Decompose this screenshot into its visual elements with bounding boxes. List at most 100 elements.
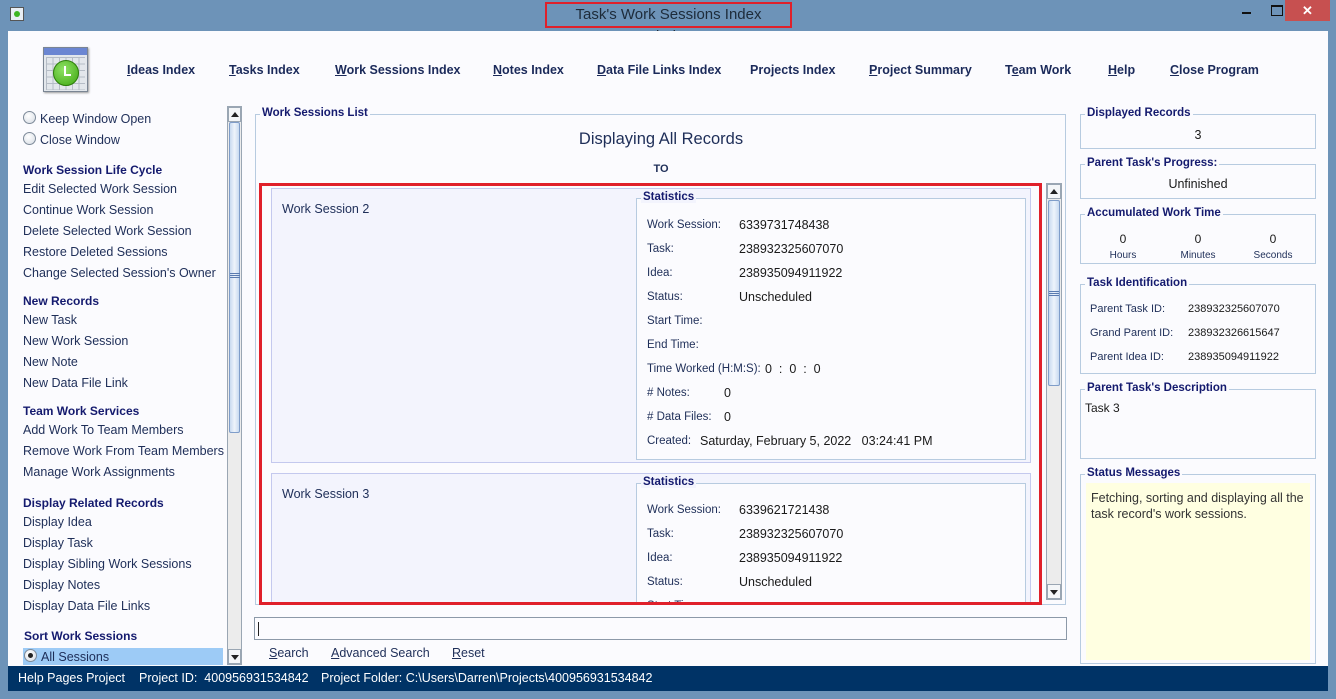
statistics-group: Statistics Work Session: 6339731748438 T…	[636, 191, 1026, 460]
sidebar-item-display-idea[interactable]: Display Idea	[23, 515, 92, 529]
group-title: Work Sessions List	[260, 107, 370, 119]
minutes-value: 0	[1194, 232, 1202, 246]
hours-label: Hours	[1109, 250, 1137, 261]
idea-label: Idea:	[647, 267, 673, 279]
displayed-records-group: Displayed Records 3	[1080, 107, 1316, 149]
nav-ideas-index[interactable]: Ideas Index	[127, 63, 195, 77]
sidebar-item-new-data-file-link[interactable]: New Data File Link	[23, 376, 128, 390]
app-icon[interactable]	[10, 7, 24, 21]
nav-projects-index[interactable]: Projects Index	[750, 63, 835, 77]
minutes-label: Minutes	[1180, 250, 1216, 261]
section-heading: Sort Work Sessions	[24, 629, 138, 643]
grip-icon	[229, 273, 240, 278]
status-bar: Help Pages Project Project ID: 400956931…	[8, 666, 1328, 691]
to-label: TO	[653, 163, 669, 175]
idea-label: Idea:	[647, 552, 673, 564]
work-session-value: 6339621721438	[739, 503, 830, 517]
sidebar-item-continue-work-session[interactable]: Continue Work Session	[23, 203, 153, 217]
scroll-down-arrow-icon[interactable]	[228, 649, 241, 664]
grand-parent-id-label: Grand Parent ID:	[1090, 327, 1174, 339]
notes-count-value: 0	[724, 386, 731, 400]
idea-value: 238935094911922	[739, 551, 843, 565]
scroll-up-arrow-icon[interactable]	[1047, 184, 1061, 199]
sidebar-item-display-siblings[interactable]: Display Sibling Work Sessions	[23, 557, 192, 571]
parent-task-id-label: Parent Task ID:	[1090, 303, 1165, 315]
section-heading: Display Related Records	[23, 496, 164, 510]
work-session-card[interactable]: Work Session 2 Statistics Work Session: …	[271, 188, 1031, 463]
group-title: Statistics	[641, 476, 697, 488]
advanced-search-button[interactable]: Advanced Search	[331, 646, 430, 660]
start-time-label: Start Time:	[647, 600, 703, 602]
nav-close-program[interactable]: Close Program	[1170, 63, 1259, 77]
sort-all-sessions-radio[interactable]: All Sessions	[24, 649, 109, 664]
group-title: Displayed Records	[1085, 107, 1193, 119]
nav-tasks-index[interactable]: Tasks Index	[229, 63, 300, 77]
idea-value: 238935094911922	[739, 266, 843, 280]
list-scrollbar[interactable]	[1046, 183, 1062, 600]
sidebar-item-display-task[interactable]: Display Task	[23, 536, 93, 550]
sidebar-scrollbar[interactable]	[227, 106, 242, 665]
work-session-card[interactable]: Work Session 3 Statistics Work Session: …	[271, 473, 1031, 602]
sidebar-item-edit-work-session[interactable]: Edit Selected Work Session	[23, 182, 177, 196]
close-button[interactable]: ✕	[1285, 0, 1330, 21]
task-identification-group: Task Identification Parent Task ID: 2389…	[1080, 277, 1316, 374]
section-heading: Team Work Services	[23, 404, 140, 418]
work-session-value: 6339731748438	[739, 218, 830, 232]
work-sessions-highlight: Work Session 2 Statistics Work Session: …	[259, 183, 1042, 605]
group-title: Status Messages	[1085, 467, 1183, 479]
work-session-name: Work Session 2	[282, 202, 370, 216]
keep-window-open-radio[interactable]: Keep Window Open	[23, 111, 151, 126]
sidebar-item-remove-work-team[interactable]: Remove Work From Team Members	[23, 444, 224, 458]
data-files-count-value: 0	[724, 410, 731, 424]
status-messages-group: Status Messages Fetching, sorting and di…	[1080, 467, 1316, 664]
scroll-down-arrow-icon[interactable]	[1047, 584, 1061, 599]
nav-data-file-links-index[interactable]: Data File Links Index	[597, 63, 721, 77]
sidebar-item-new-task[interactable]: New Task	[23, 313, 77, 327]
parent-idea-id-value: 238935094911922	[1188, 351, 1279, 363]
sidebar-item-add-work-team[interactable]: Add Work To Team Members	[23, 423, 183, 437]
group-title: Statistics	[641, 191, 697, 203]
nav-work-sessions-index[interactable]: Work Sessions Index	[335, 63, 461, 77]
group-title: Parent Task's Progress:	[1085, 157, 1220, 169]
search-input[interactable]	[254, 617, 1067, 640]
radio-icon	[23, 132, 36, 145]
task-value: 238932325607070	[739, 527, 844, 541]
sidebar-item-restore-deleted[interactable]: Restore Deleted Sessions	[23, 245, 168, 259]
status-value: Unscheduled	[739, 575, 812, 589]
accumulated-work-time-group: Accumulated Work Time 0 0 0 Hours Minute…	[1080, 207, 1316, 264]
time-worked-value: 0 : 0 : 0	[765, 362, 821, 376]
displaying-heading: Displaying All Records	[578, 130, 744, 148]
sidebar-item-new-work-session[interactable]: New Work Session	[23, 334, 128, 348]
scrollbar-thumb[interactable]	[1048, 200, 1060, 386]
sidebar-item-display-data-file-links[interactable]: Display Data File Links	[23, 599, 150, 613]
parent-idea-id-label: Parent Idea ID:	[1090, 351, 1164, 363]
nav-help[interactable]: Help	[1108, 63, 1135, 77]
sidebar-item-delete-work-session[interactable]: Delete Selected Work Session	[23, 224, 192, 238]
grip-icon	[1049, 291, 1059, 296]
task-label: Task:	[647, 528, 674, 540]
window-title: Task's Work Sessions Index Window	[545, 2, 792, 45]
work-session-name: Work Session 3	[282, 487, 370, 501]
nav-project-summary[interactable]: Project Summary	[869, 63, 972, 77]
scrollbar-thumb[interactable]	[229, 122, 240, 433]
seconds-label: Seconds	[1253, 250, 1293, 261]
sidebar-item-change-owner[interactable]: Change Selected Session's Owner	[23, 266, 216, 280]
search-button[interactable]: Search	[269, 646, 309, 660]
close-window-radio[interactable]: Close Window	[23, 132, 120, 147]
task-progress-value: Unfinished	[1168, 177, 1228, 191]
sidebar-item-manage-assignments[interactable]: Manage Work Assignments	[23, 465, 175, 479]
sidebar-item-display-notes[interactable]: Display Notes	[23, 578, 100, 592]
notes-count-label: # Notes:	[647, 387, 690, 399]
nav-team-work[interactable]: Team Work	[1005, 63, 1071, 77]
status-label: Status:	[647, 576, 683, 588]
task-value: 238932325607070	[739, 242, 844, 256]
sidebar-item-new-note[interactable]: New Note	[23, 355, 78, 369]
section-heading: Work Session Life Cycle	[23, 163, 163, 177]
status-messages-text: Fetching, sorting and displaying all the…	[1086, 483, 1310, 660]
minimize-button[interactable]	[1234, 0, 1262, 21]
created-label: Created:	[647, 435, 692, 447]
reset-button[interactable]: Reset	[452, 646, 485, 660]
nav-notes-index[interactable]: Notes Index	[493, 63, 564, 77]
group-title: Accumulated Work Time	[1085, 207, 1223, 219]
scroll-up-arrow-icon[interactable]	[228, 107, 241, 122]
